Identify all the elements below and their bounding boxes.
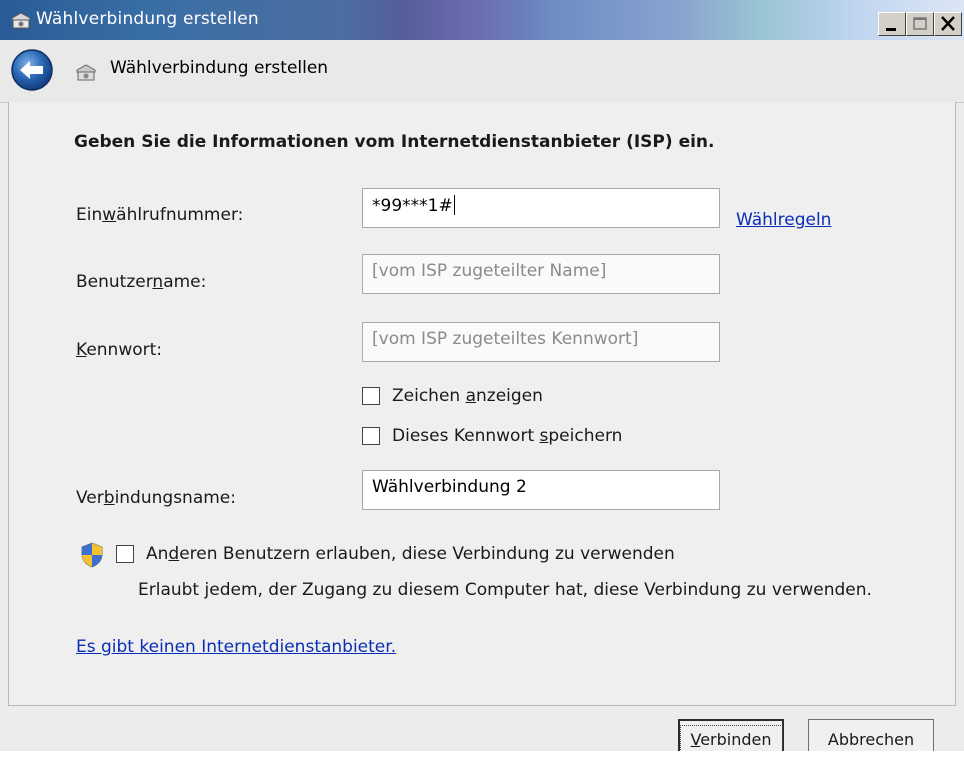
title-bar[interactable]: Wählverbindung erstellen <box>0 0 964 40</box>
form-heading: Geben Sie die Informationen vom Internet… <box>74 132 715 152</box>
show-characters-checkbox[interactable] <box>362 387 380 405</box>
phone-connection-icon <box>76 64 96 81</box>
save-password-checkbox[interactable] <box>362 427 380 445</box>
navigation-bar: Wählverbindung erstellen <box>0 40 964 103</box>
show-characters-label[interactable]: Zeichen anzeigen <box>392 386 543 406</box>
save-password-label[interactable]: Dieses Kennwort speichern <box>392 426 622 446</box>
username-label: Benutzername: <box>76 272 207 292</box>
allow-others-label[interactable]: Anderen Benutzern erlauben, diese Verbin… <box>146 544 675 564</box>
allow-others-description: Erlaubt jedem, der Zugang zu diesem Comp… <box>138 580 872 600</box>
close-icon <box>941 16 955 31</box>
phone-number-label: Einwählrufnummer: <box>76 205 244 225</box>
connection-name-label: Verbindungsname: <box>76 488 236 508</box>
phone-connection-icon <box>11 12 31 29</box>
dialog-window: Wählverbindung erstellen Wählverbindung … <box>0 0 964 759</box>
allow-others-checkbox[interactable] <box>116 545 134 563</box>
back-arrow-icon[interactable] <box>10 48 54 92</box>
connect-button-label: Verbinden <box>679 724 783 754</box>
password-label: Kennwort: <box>76 340 163 360</box>
password-input[interactable]: [vom ISP zugeteiltes Kennwort] <box>362 322 720 362</box>
window-title: Wählverbindung erstellen <box>36 9 259 29</box>
security-shield-icon <box>81 542 103 568</box>
connection-name-input[interactable]: Wählverbindung 2 <box>362 470 720 510</box>
dialog-title: Wählverbindung erstellen <box>110 58 329 78</box>
close-button[interactable] <box>934 12 962 36</box>
minimize-button[interactable] <box>878 12 906 36</box>
text-cursor <box>453 195 455 215</box>
dial-rules-link[interactable]: Wählregeln <box>736 210 831 230</box>
maximize-icon <box>913 17 927 30</box>
no-isp-link[interactable]: Es gibt keinen Internetdienstanbieter. <box>76 637 396 657</box>
desktop-strip <box>0 751 964 771</box>
minimize-icon <box>886 28 896 31</box>
maximize-button[interactable] <box>906 12 934 36</box>
phone-number-input[interactable]: *99***1# <box>362 188 720 228</box>
username-input[interactable]: [vom ISP zugeteilter Name] <box>362 254 720 294</box>
